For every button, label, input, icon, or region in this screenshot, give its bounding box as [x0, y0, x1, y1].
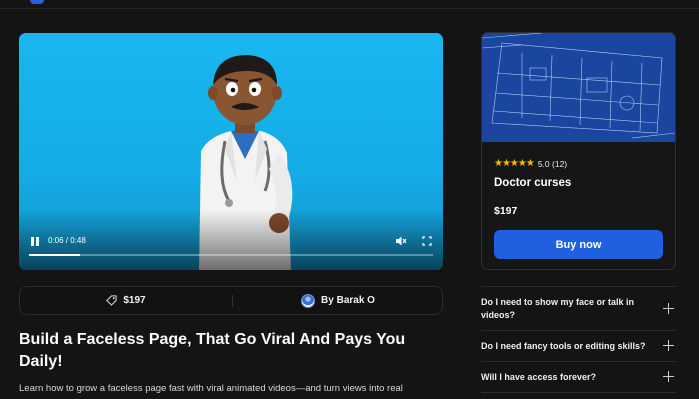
blueprint-thumbnail — [482, 33, 675, 142]
page-title: Build a Faceless Page, That Go Viral And… — [19, 331, 406, 370]
author-label: By Barak O — [321, 295, 375, 306]
page-description: Learn how to grow a faceless page fast w… — [19, 383, 403, 394]
price-author-bar: $197 By Barak O — [19, 286, 443, 315]
video-progress-fill — [29, 254, 80, 256]
rating-text: 5.0 (12) — [537, 158, 568, 169]
video-player[interactable]: 0:06 / 0:48 — [19, 33, 443, 270]
price-segment: $197 — [20, 287, 232, 314]
rating: ★★★★★ 5.0 (12) — [494, 158, 567, 169]
star-rating-icon: ★★★★★ — [494, 158, 535, 169]
product-title: Doctor curses — [494, 177, 572, 189]
logo-icon[interactable] — [30, 0, 44, 4]
faq-question: Do I need fancy tools or editing skills? — [481, 341, 646, 351]
product-price: $197 — [494, 205, 518, 217]
author-avatar — [301, 293, 316, 308]
faq-question: Will I have access forever? — [481, 372, 596, 382]
faq-item[interactable]: Do I need to show my face or talk in vid… — [481, 286, 676, 330]
tag-icon — [106, 295, 117, 306]
author-segment[interactable]: By Barak O — [233, 287, 443, 314]
pause-icon[interactable] — [29, 236, 41, 248]
price-label: $197 — [123, 295, 146, 306]
plus-icon — [663, 371, 674, 382]
buy-now-button[interactable]: Buy now — [494, 230, 663, 259]
video-controls: 0:06 / 0:48 — [19, 230, 443, 270]
plus-icon — [663, 340, 674, 351]
top-bar — [0, 0, 699, 9]
fullscreen-icon[interactable] — [421, 235, 433, 247]
faq-item[interactable]: Do I need fancy tools or editing skills? — [481, 330, 676, 361]
product-card: ★★★★★ 5.0 (12) Doctor curses $197 Buy no… — [481, 32, 676, 270]
faq-question: Do I need to show my face or talk in vid… — [481, 297, 635, 320]
plus-icon — [663, 302, 674, 314]
faq-item[interactable]: Will I have access forever? — [481, 361, 676, 393]
video-time: 0:06 / 0:48 — [48, 236, 86, 245]
video-progress-bar[interactable] — [29, 254, 433, 256]
faq-list: Do I need to show my face or talk in vid… — [481, 286, 676, 393]
mute-icon[interactable] — [395, 235, 407, 247]
